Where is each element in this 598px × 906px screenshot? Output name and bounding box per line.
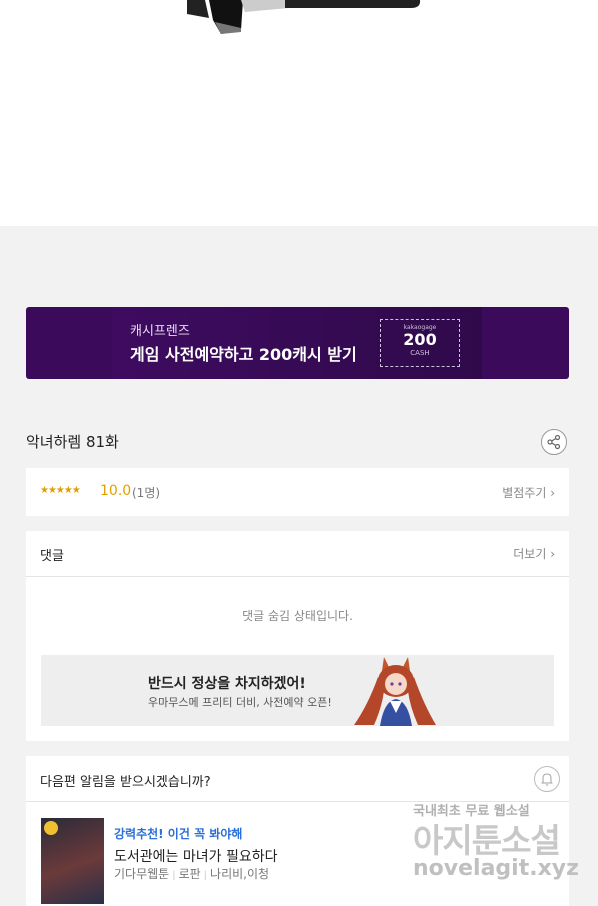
comment-header: 댓글 [40, 549, 64, 564]
rate-button[interactable]: 별점주기 › [502, 484, 555, 501]
share-button[interactable] [541, 429, 567, 455]
coupon-amount: 200 [403, 330, 437, 349]
coupon-unit: CASH [410, 349, 430, 357]
separator: | [172, 870, 176, 881]
comment-more-link[interactable]: 더보기 › [513, 545, 555, 562]
watermark: 국내최초 무료 웹소설 아지툰소설 novelagit.xyz [413, 800, 579, 890]
recommend-genre: 기다무웹툰 [114, 867, 170, 881]
recommend-category: 로판 [178, 867, 201, 881]
watermark-line2: 아지툰소설 [413, 821, 561, 860]
top-area [0, 0, 598, 226]
recommend-authors: 나리비,이청 [210, 867, 270, 881]
rating-card: ★★★★★ 10.0 (1명) 별점주기 › [26, 468, 569, 516]
episode-title: 악녀하렘 81화 [26, 433, 119, 451]
rating-stars: ★★★★★ [40, 485, 81, 496]
clock-icon [44, 821, 58, 835]
game-ad-banner[interactable]: 반드시 정상을 차지하겠어! 우마무스메 프리티 더비, 사전예약 오픈! [41, 655, 554, 726]
comment-hidden-message: 댓글 숨김 상태입니다. [242, 609, 353, 623]
ad-character-image [354, 657, 436, 726]
ad-subline: 우마무스메 프리티 더비, 사전예약 오픈! [148, 696, 332, 709]
notify-question: 다음편 알림을 받으시겠습니까? [40, 775, 211, 790]
watermark-line3: novelagit.xyz [413, 856, 579, 881]
comment-card: 댓글 더보기 › 댓글 숨김 상태입니다. 반드시 정상을 차지하겠어! 우마무… [26, 531, 569, 741]
share-icon [547, 434, 561, 450]
banner-title: 게임 사전예약하고 200캐시 받기 [130, 345, 357, 364]
recommend-tag: 강력추천! 이건 꼭 봐야해 [114, 827, 243, 841]
recommend-thumbnail[interactable] [41, 818, 104, 904]
notify-bell-button[interactable] [534, 766, 560, 792]
ad-headline: 반드시 정상을 차지하겠어! [148, 676, 306, 692]
promo-banner[interactable]: 캐시프렌즈 게임 사전예약하고 200캐시 받기 kakaogage 200 C… [26, 307, 569, 379]
bell-icon [541, 773, 553, 786]
separator: | [203, 870, 208, 881]
recommend-title[interactable]: 도서관에는 마녀가 필요하다 [114, 846, 277, 866]
cash-coupon: kakaogage 200 CASH [380, 319, 460, 367]
divider [26, 576, 569, 577]
recommend-meta: 기다무웹툰 | 로판 | 나리비,이청 [114, 865, 269, 882]
logo-fragment [187, 0, 421, 34]
banner-subtitle: 캐시프렌즈 [130, 324, 190, 339]
rating-score: 10.0 [100, 483, 132, 499]
rating-votes: (1명) [132, 486, 161, 500]
